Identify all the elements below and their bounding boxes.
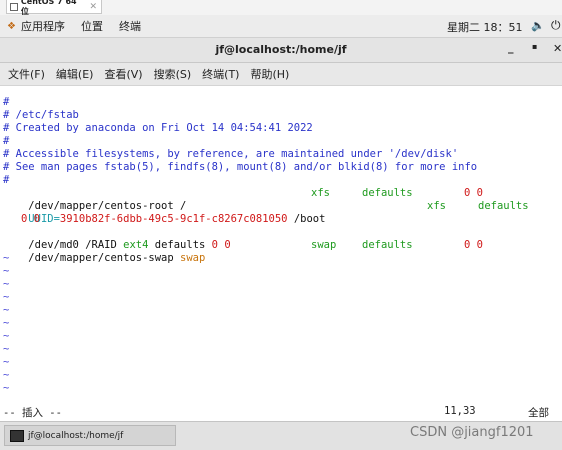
mount-point: /boot: [293, 213, 326, 225]
fs-type: swap: [311, 239, 337, 251]
power-icon[interactable]: ⏻: [551, 18, 561, 33]
terminal-icon: [10, 429, 24, 442]
comment-line: # Created by anaconda on Fri Oct 14 04:5…: [3, 122, 313, 134]
fstab-entry-boot: UUID=3910b82f-6dbb-49c5-9c1f-c8267c08105…: [3, 200, 325, 225]
gnome-foot-icon: ❖: [7, 20, 16, 32]
taskbar: jf@localhost:/home/jf CSDN @jiangf1201: [0, 421, 562, 450]
volume-icon[interactable]: 🔈: [531, 19, 545, 32]
dump-pass: 0 0: [21, 213, 40, 225]
window-title: jf@localhost:/home/jf: [215, 43, 347, 56]
comment-line: #: [3, 96, 10, 108]
menu-terminal[interactable]: 终端(T): [202, 66, 239, 82]
places-menu[interactable]: 位置: [81, 18, 103, 34]
fs-type: xfs: [427, 200, 446, 212]
taskbar-terminal-button[interactable]: jf@localhost:/home/jf: [4, 425, 176, 446]
empty-line-tilde: ~: [3, 278, 10, 290]
clock[interactable]: 星期二 18：51: [447, 19, 523, 35]
mount-options: defaults: [362, 239, 413, 251]
fstab-entry-root: /dev/mapper/centos-root /: [3, 187, 186, 212]
empty-line-tilde: ~: [3, 356, 10, 368]
fstab-entry-swap: /dev/mapper/centos-swap swap: [3, 239, 205, 264]
window-titlebar: jf@localhost:/home/jf _ ▪ ✕: [0, 38, 562, 63]
close-icon[interactable]: ✕: [89, 2, 97, 12]
comment-line: # Accessible filesystems, by reference, …: [3, 148, 459, 160]
empty-line-tilde: ~: [3, 330, 10, 342]
comment-line: # /etc/fstab: [3, 109, 79, 121]
cursor-position: 11,33: [444, 405, 476, 417]
mount-point: swap: [180, 252, 206, 264]
empty-line-tilde: ~: [3, 369, 10, 381]
applications-menu[interactable]: ❖ 应用程序: [7, 18, 81, 34]
menu-file[interactable]: 文件(F): [8, 66, 45, 82]
vm-icon: [10, 2, 18, 11]
mount-options: defaults: [362, 187, 413, 199]
empty-line-tilde: ~: [3, 291, 10, 303]
empty-line-tilde: ~: [3, 265, 10, 277]
scroll-indicator: 全部: [528, 407, 549, 419]
maximize-button[interactable]: ▪: [532, 42, 537, 51]
comment-line: #: [3, 174, 10, 186]
menu-help[interactable]: 帮助(H): [250, 66, 289, 82]
empty-line-tilde: ~: [3, 304, 10, 316]
uuid-value: 3910b82f-6dbb-49c5-9c1f-c8267c081050: [59, 213, 288, 225]
menu-edit[interactable]: 编辑(E): [56, 66, 94, 82]
dump-pass: 0 0: [464, 239, 483, 251]
vim-mode-indicator: -- 插入 --: [3, 407, 62, 419]
minimize-button[interactable]: _: [508, 41, 514, 54]
dump-pass: 0 0: [211, 239, 231, 251]
taskbar-task-label: jf@localhost:/home/jf: [28, 430, 124, 441]
gnome-top-bar: ❖ 应用程序 位置 终端 星期二 18：51 🔈 ⏻: [0, 15, 562, 38]
empty-line-tilde: ~: [3, 317, 10, 329]
terminal-app-menu[interactable]: 终端: [119, 18, 141, 34]
applications-label: 应用程序: [20, 20, 65, 33]
menu-bar: 文件(F) 编辑(E) 查看(V) 搜索(S) 终端(T) 帮助(H): [0, 63, 562, 86]
close-button[interactable]: ✕: [553, 42, 562, 55]
fstab-entry-raid: /dev/md0 /RAID ext4 defaults 0 0: [3, 226, 230, 251]
comment-line: # See man pages fstab(5), findfs(8), mou…: [3, 161, 478, 173]
empty-line-tilde: ~: [3, 252, 10, 264]
comment-line: #: [3, 135, 10, 147]
fs-type: xfs: [311, 187, 330, 199]
watermark: CSDN @jiangf1201: [410, 425, 534, 440]
menu-view[interactable]: 查看(V): [104, 66, 142, 82]
empty-line-tilde: ~: [3, 343, 10, 355]
vm-tab-strip: CentOS 7 64 位 ✕: [0, 0, 562, 16]
terminal-area[interactable]: # # /etc/fstab # Created by anaconda on …: [0, 86, 562, 421]
device: /dev/mapper/centos-swap: [28, 252, 174, 264]
empty-line-tilde: ~: [3, 382, 10, 394]
mount-options: defaults: [478, 200, 529, 212]
menu-search[interactable]: 搜索(S): [154, 66, 192, 82]
vm-tab[interactable]: CentOS 7 64 位 ✕: [6, 0, 102, 16]
dump-pass: 0 0: [464, 187, 483, 199]
